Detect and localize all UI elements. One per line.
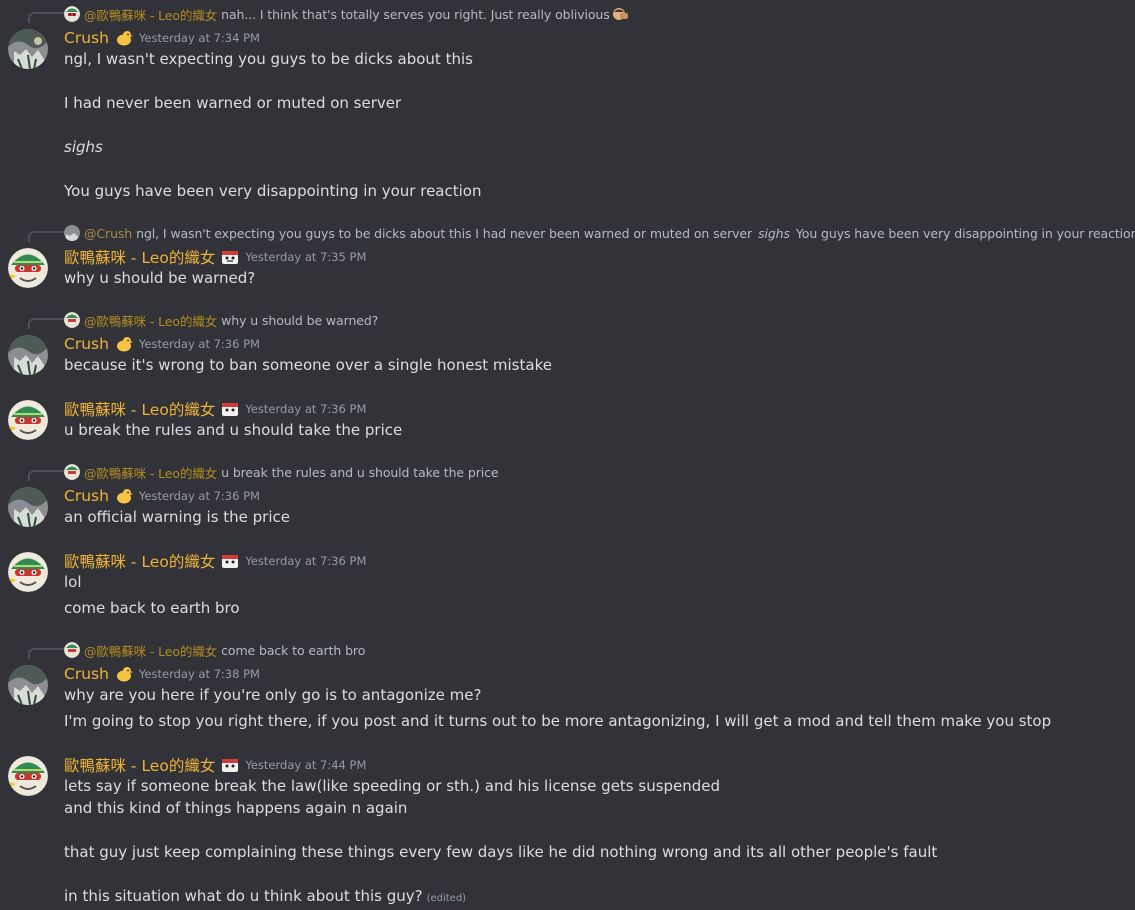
chick-emoji-icon bbox=[113, 486, 135, 506]
username[interactable]: 歐鴨蘇咪 - Leo的織女 bbox=[64, 754, 215, 776]
chick-emoji-icon bbox=[113, 28, 135, 48]
message-text: I'm going to stop you right there, if yo… bbox=[64, 712, 1052, 730]
crab-emoji-icon bbox=[219, 551, 241, 571]
message-last-line: in this situation what do u think about … bbox=[64, 885, 466, 907]
timestamp[interactable]: Yesterday at 7:36 PM bbox=[245, 402, 366, 416]
duck-avatar-mini bbox=[64, 464, 80, 480]
message-text: I had never been warned or muted on serv… bbox=[64, 94, 402, 112]
message-text: why are you here if you're only go is to… bbox=[64, 686, 482, 704]
message-text: sighs bbox=[64, 138, 103, 156]
crab-emoji-icon bbox=[219, 247, 241, 267]
crab-emoji-icon bbox=[219, 755, 241, 775]
message-text: come back to earth bro bbox=[64, 599, 240, 617]
timestamp[interactable]: Yesterday at 7:36 PM bbox=[245, 554, 366, 568]
chick-emoji-icon bbox=[113, 334, 135, 354]
duck-avatar-mini bbox=[64, 6, 80, 22]
username[interactable]: Crush bbox=[64, 487, 109, 505]
reply-preview[interactable]: @歐鴨蘇咪 - Leo的織女 why u should be warned? bbox=[64, 311, 378, 329]
timestamp[interactable]: Yesterday at 7:44 PM bbox=[245, 758, 366, 772]
reply-text: ngl, I wasn't expecting you guys to be d… bbox=[136, 225, 753, 241]
duck-avatar[interactable] bbox=[8, 552, 48, 592]
duck-avatar[interactable] bbox=[8, 756, 48, 796]
message-text: because it's wrong to ban someone over a… bbox=[64, 356, 552, 374]
username[interactable]: 歐鴨蘇咪 - Leo的織女 bbox=[64, 398, 215, 420]
message-text: in this situation what do u think about … bbox=[64, 887, 423, 905]
reply-preview[interactable]: @Crush ngl, I wasn't expecting you guys … bbox=[64, 224, 1135, 242]
message-header: 歐鴨蘇咪 - Leo的織女 Yesterday at 7:36 PM bbox=[64, 550, 366, 572]
message-header: Crush Yesterday at 7:38 PM bbox=[64, 663, 260, 685]
reply-text: sighs bbox=[758, 225, 790, 241]
message-header: 歐鴨蘇咪 - Leo的織女 Yesterday at 7:44 PM bbox=[64, 754, 366, 776]
reply-preview[interactable]: @歐鴨蘇咪 - Leo的織女 u break the rules and u s… bbox=[64, 463, 499, 482]
edited-label: (edited) bbox=[426, 893, 467, 904]
reply-connector bbox=[28, 318, 64, 329]
chat-log: @歐鴨蘇咪 - Leo的織女 nah... I think that's tot… bbox=[0, 0, 1135, 907]
timestamp[interactable]: Yesterday at 7:36 PM bbox=[139, 337, 260, 351]
timestamp[interactable]: Yesterday at 7:34 PM bbox=[139, 31, 260, 45]
message-header: Crush Yesterday at 7:34 PM bbox=[64, 27, 260, 49]
reply-text: You guys have been very disappointing in… bbox=[795, 225, 1135, 241]
reply-connector bbox=[28, 12, 64, 23]
reply-text: come back to earth bro bbox=[221, 642, 366, 658]
username[interactable]: 歐鴨蘇咪 - Leo的織女 bbox=[64, 550, 215, 572]
username[interactable]: Crush bbox=[64, 665, 109, 683]
reply-author[interactable]: @歐鴨蘇咪 - Leo的織女 bbox=[84, 641, 217, 660]
duck-avatar[interactable] bbox=[8, 248, 48, 288]
crush-avatar-mini bbox=[64, 225, 80, 241]
timestamp[interactable]: Yesterday at 7:36 PM bbox=[139, 489, 260, 503]
crab-emoji-icon bbox=[219, 399, 241, 419]
message-text: ngl, I wasn't expecting you guys to be d… bbox=[64, 50, 473, 68]
reply-author[interactable]: @歐鴨蘇咪 - Leo的織女 bbox=[84, 463, 217, 482]
reply-connector bbox=[28, 231, 64, 242]
crush-avatar[interactable] bbox=[8, 335, 48, 375]
message-text: You guys have been very disappointing in… bbox=[64, 182, 482, 200]
crush-avatar[interactable] bbox=[8, 29, 48, 69]
reply-connector bbox=[28, 470, 64, 481]
username[interactable]: 歐鴨蘇咪 - Leo的織女 bbox=[64, 246, 215, 268]
message-text: that guy just keep complaining these thi… bbox=[64, 843, 938, 861]
message-header: 歐鴨蘇咪 - Leo的織女 Yesterday at 7:35 PM bbox=[64, 246, 366, 268]
message-header: 歐鴨蘇咪 - Leo的織女 Yesterday at 7:36 PM bbox=[64, 398, 366, 420]
duck-avatar-mini bbox=[64, 642, 80, 658]
message-header: Crush Yesterday at 7:36 PM bbox=[64, 485, 260, 507]
username[interactable]: Crush bbox=[64, 29, 109, 47]
facepalm-emoji-icon bbox=[611, 5, 629, 23]
reply-author[interactable]: @Crush bbox=[84, 226, 132, 241]
chick-emoji-icon bbox=[113, 664, 135, 684]
timestamp[interactable]: Yesterday at 7:35 PM bbox=[245, 250, 366, 264]
reply-text: why u should be warned? bbox=[221, 312, 379, 328]
message-header: Crush Yesterday at 7:36 PM bbox=[64, 333, 260, 355]
message-text: lol bbox=[64, 573, 82, 591]
reply-author[interactable]: @歐鴨蘇咪 - Leo的織女 bbox=[84, 311, 217, 330]
crush-avatar[interactable] bbox=[8, 665, 48, 705]
message-text: and this kind of things happens again n … bbox=[64, 799, 408, 817]
reply-preview[interactable]: @歐鴨蘇咪 - Leo的織女 come back to earth bro bbox=[64, 641, 365, 659]
message-text: u break the rules and u should take the … bbox=[64, 421, 403, 439]
duck-avatar-mini bbox=[64, 312, 80, 328]
crush-avatar[interactable] bbox=[8, 487, 48, 527]
reply-text: u break the rules and u should take the … bbox=[221, 464, 499, 480]
message-text: why u should be warned? bbox=[64, 269, 256, 287]
reply-author[interactable]: @歐鴨蘇咪 - Leo的織女 bbox=[84, 5, 217, 24]
message-text: lets say if someone break the law(like s… bbox=[64, 777, 721, 795]
message-text: an official warning is the price bbox=[64, 508, 290, 526]
username[interactable]: Crush bbox=[64, 335, 109, 353]
reply-connector bbox=[28, 648, 64, 659]
reply-preview[interactable]: @歐鴨蘇咪 - Leo的織女 nah... I think that's tot… bbox=[64, 5, 629, 23]
timestamp[interactable]: Yesterday at 7:38 PM bbox=[139, 667, 260, 681]
duck-avatar[interactable] bbox=[8, 400, 48, 440]
reply-text: nah... I think that's totally serves you… bbox=[221, 6, 610, 22]
